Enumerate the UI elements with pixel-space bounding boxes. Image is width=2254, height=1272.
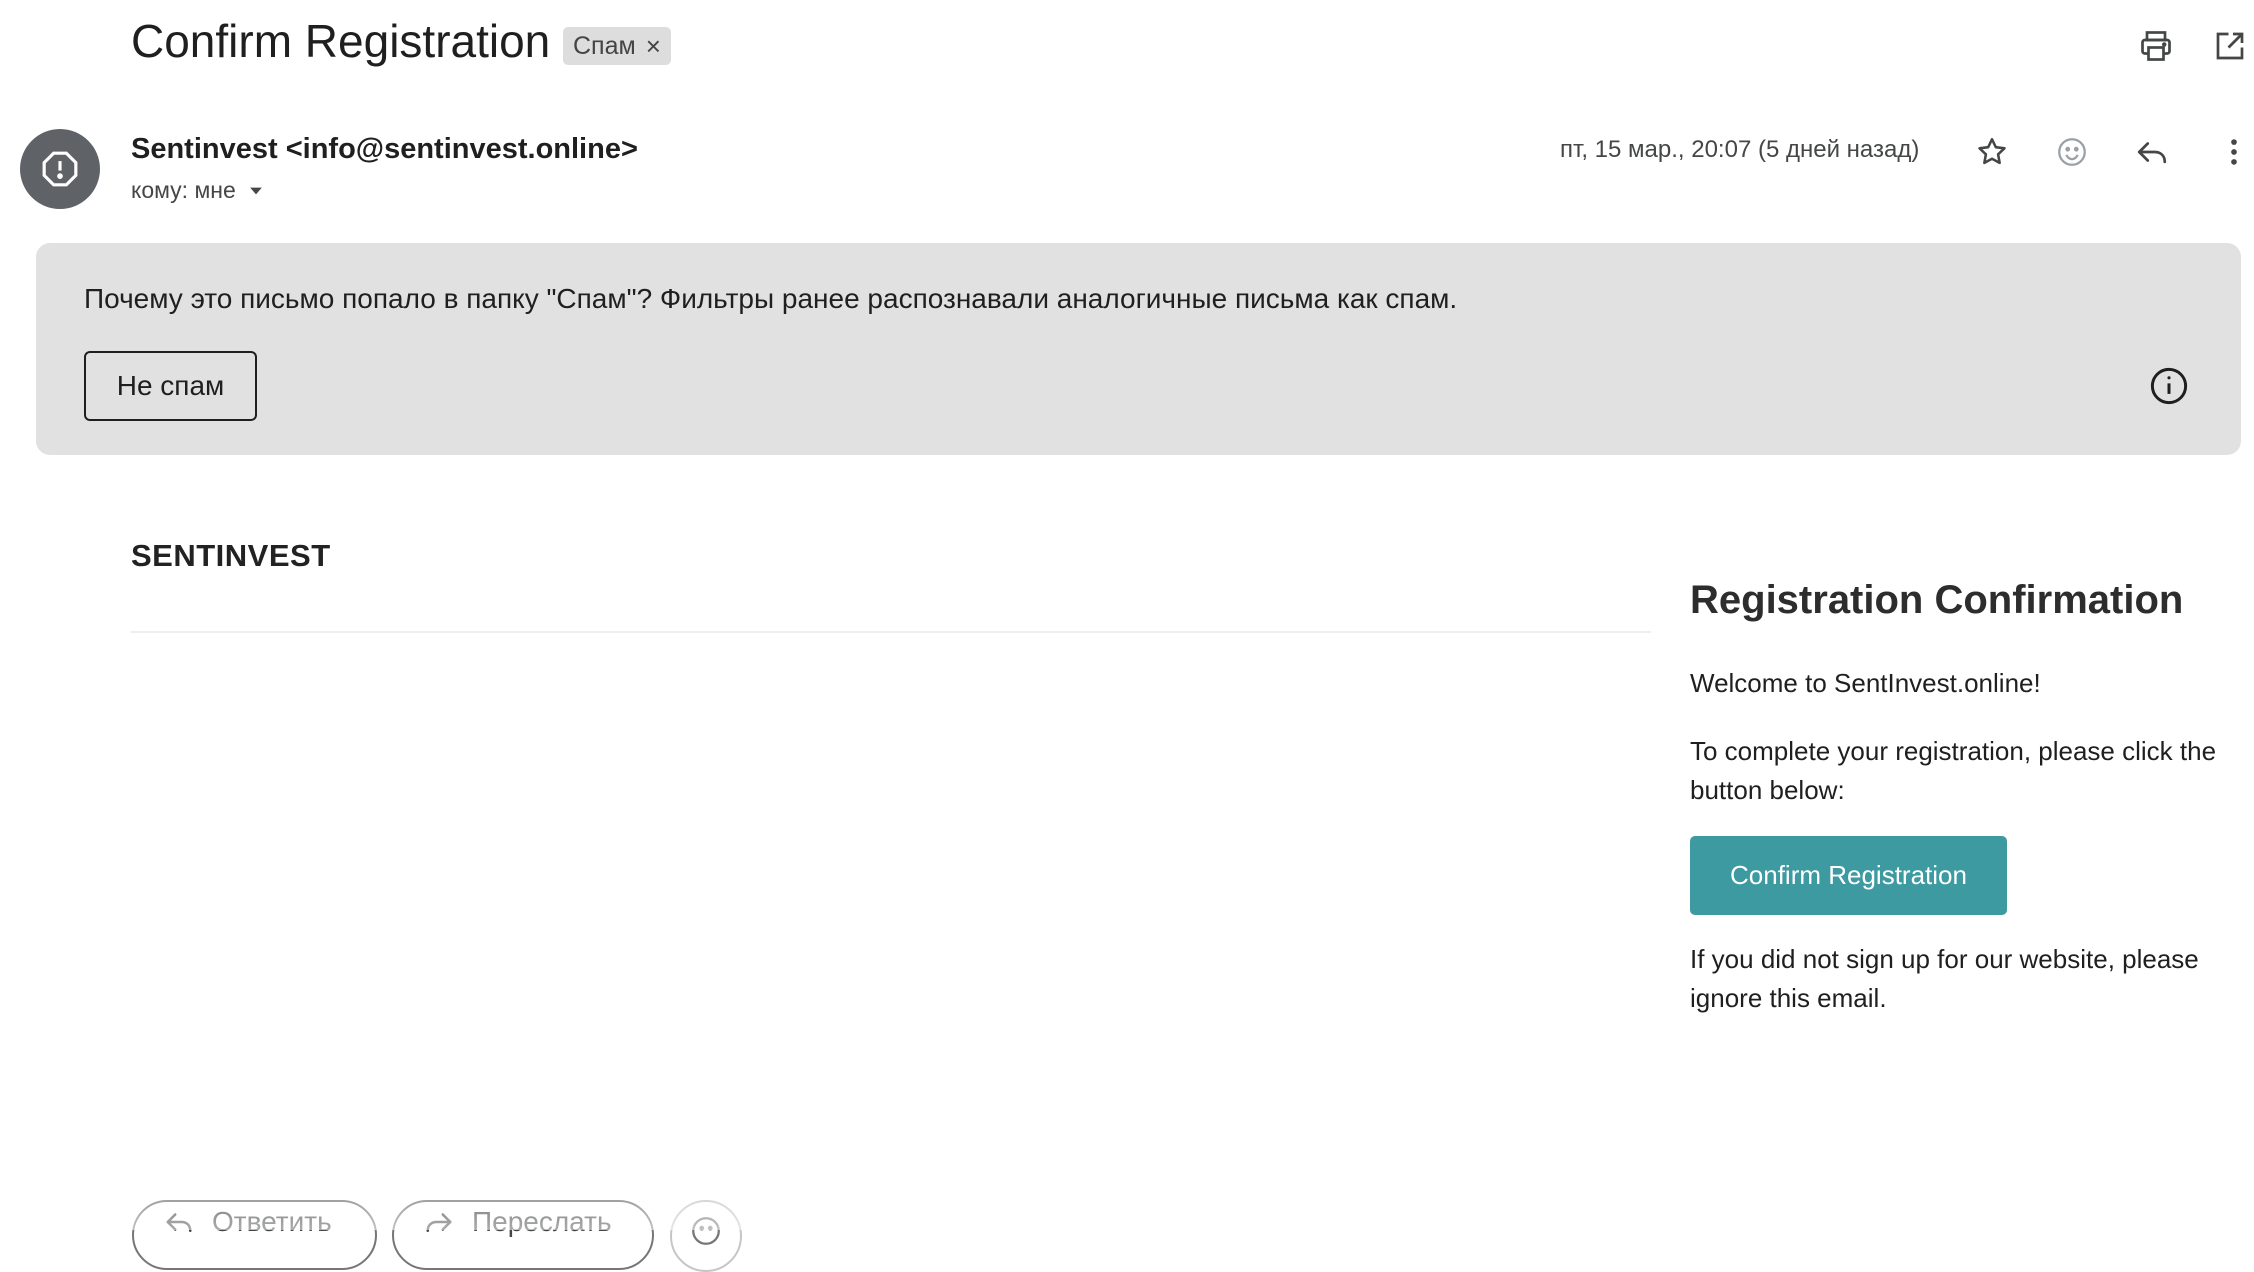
registration-title: Registration Confirmation — [1690, 578, 2184, 622]
print-icon[interactable] — [2134, 24, 2178, 68]
spam-warning-banner: Почему это письмо попало в папку "Спам"?… — [36, 243, 2241, 455]
welcome-text: Welcome to SentInvest.online! — [1690, 668, 2041, 698]
spam-label-text: Спам — [573, 31, 636, 60]
reply-arrow-icon — [166, 1213, 192, 1232]
chevron-down-icon — [249, 187, 262, 194]
spam-explanation: Почему это письмо попало в папку "Спам"?… — [84, 283, 1457, 315]
open-in-new-window-icon[interactable] — [2208, 24, 2252, 68]
body-divider — [131, 631, 1651, 633]
spam-reason-text: Фильтры ранее распознавали аналогичные п… — [652, 283, 1458, 314]
email-date: пт, 15 мар., 20:07 (5 дней назад) — [1560, 136, 1920, 163]
emoji-icon — [692, 1217, 720, 1245]
forward-button-label: Переслать — [472, 1206, 612, 1237]
more-vert-icon[interactable] — [2210, 128, 2254, 176]
reply-icon[interactable] — [2128, 128, 2176, 176]
spam-warning-icon — [42, 151, 78, 187]
star-icon[interactable] — [1968, 128, 2016, 176]
sender-name[interactable]: Sentinvest <info@sentinvest.online> — [131, 133, 638, 166]
instruction-text: To complete your registration, please cl… — [1690, 736, 2217, 805]
ignore-note-text: If you did not sign up for our website, … — [1690, 944, 2199, 1013]
sender-avatar — [20, 129, 100, 209]
recipient-details-toggle[interactable]: кому: мне — [131, 177, 266, 204]
not-spam-button[interactable]: Не спам — [84, 351, 257, 421]
forward-button[interactable]: Переслать — [392, 1200, 654, 1270]
reply-button[interactable]: Ответить — [132, 1200, 377, 1270]
emoji-icon[interactable] — [2048, 128, 2096, 176]
spam-label-chip[interactable]: Спам × — [563, 27, 671, 65]
email-subject: Confirm Registration — [131, 15, 551, 67]
confirm-registration-button[interactable]: Confirm Registration — [1690, 836, 2007, 915]
emoji-reaction-button[interactable] — [670, 1200, 742, 1272]
remove-label-icon[interactable]: × — [646, 31, 661, 62]
sentinvest-logo-text: SENTINVEST — [131, 538, 331, 573]
forward-arrow-icon — [426, 1213, 452, 1232]
reply-button-label: Ответить — [212, 1206, 332, 1237]
info-icon[interactable] — [2148, 365, 2190, 407]
spam-reason-heading: Почему это письмо попало в папку "Спам"? — [84, 283, 653, 314]
recipient-label: кому: мне — [131, 177, 236, 203]
